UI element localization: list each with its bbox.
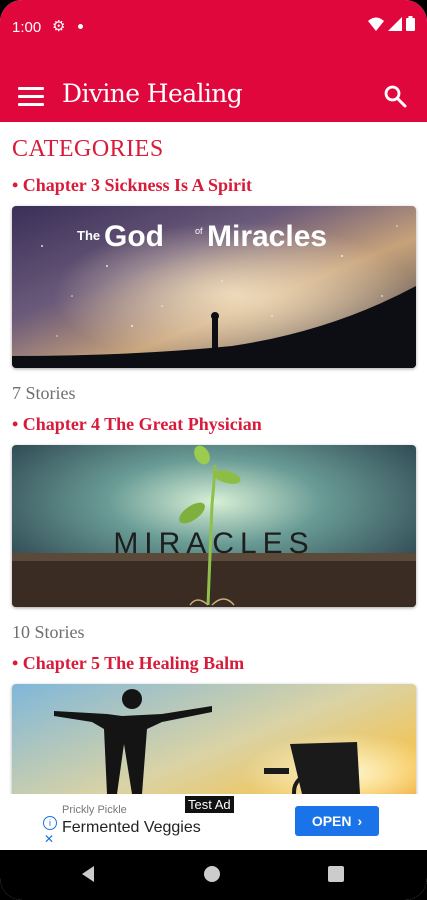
- back-icon[interactable]: [82, 866, 94, 882]
- sunset-wheelchair-image: [12, 684, 416, 794]
- category-title[interactable]: • Chapter 3 Sickness Is A Spirit: [12, 175, 252, 196]
- app-title: Divine Healing: [62, 79, 243, 108]
- image-caption-the: The: [77, 228, 100, 243]
- image-caption-miracles: Miracles: [207, 220, 327, 253]
- ad-banner[interactable]: i ✕ Prickly Pickle Fermented Veggies Tes…: [40, 794, 387, 850]
- stories-count: 10 Stories: [12, 622, 85, 642]
- category-image-card[interactable]: The God of Miracles: [12, 206, 416, 368]
- chevron-right-icon: ›: [357, 813, 363, 829]
- ad-info-icon[interactable]: i: [43, 816, 57, 830]
- top-bar: 1:00 ⚙ Divine Healing: [0, 0, 427, 122]
- phone-screen: 1:00 ⚙ Divine Healing CATEGORIES • Chapt…: [0, 0, 427, 900]
- categories-list: CATEGORIES • Chapter 3 Sickness Is A Spi…: [0, 122, 427, 794]
- category-title[interactable]: • Chapter 5 The Healing Balm: [12, 653, 244, 674]
- notification-dot-icon: [78, 24, 83, 29]
- test-ad-badge: Test Ad: [185, 796, 234, 813]
- ad-open-label: OPEN: [311, 813, 352, 829]
- ad-product: Fermented Veggies: [62, 819, 201, 836]
- image-caption-miracles: MIRACLES: [113, 527, 314, 560]
- section-heading: CATEGORIES: [12, 136, 164, 162]
- category-image-card[interactable]: MIRACLES: [12, 445, 416, 607]
- app-bar: Divine Healing: [0, 72, 427, 122]
- settings-gear-icon: ⚙: [52, 18, 66, 35]
- category-image-card[interactable]: [12, 684, 416, 794]
- status-bar: 1:00 ⚙: [0, 0, 427, 52]
- battery-icon: [406, 16, 415, 31]
- home-icon[interactable]: [204, 866, 220, 882]
- hamburger-menu-icon[interactable]: [18, 84, 44, 106]
- recent-apps-icon[interactable]: [328, 866, 344, 882]
- ad-close-icon[interactable]: ✕: [44, 832, 54, 846]
- image-caption-of: of: [195, 226, 203, 236]
- status-icons: [368, 16, 415, 31]
- ad-open-button[interactable]: OPEN ›: [295, 806, 379, 836]
- category-title[interactable]: • Chapter 4 The Great Physician: [12, 414, 262, 435]
- search-icon[interactable]: [383, 84, 407, 108]
- image-caption-god: God: [104, 220, 164, 253]
- galaxy-night-sky-image: The God of Miracles: [12, 206, 416, 368]
- ad-advertiser: Prickly Pickle: [62, 804, 127, 816]
- wifi-icon: [368, 17, 384, 31]
- status-time: 1:00: [12, 19, 42, 36]
- sprout-miracles-image: MIRACLES: [12, 445, 416, 607]
- stories-count: 7 Stories: [12, 383, 76, 403]
- signal-icon: [388, 16, 402, 31]
- system-nav-bar: [0, 850, 427, 900]
